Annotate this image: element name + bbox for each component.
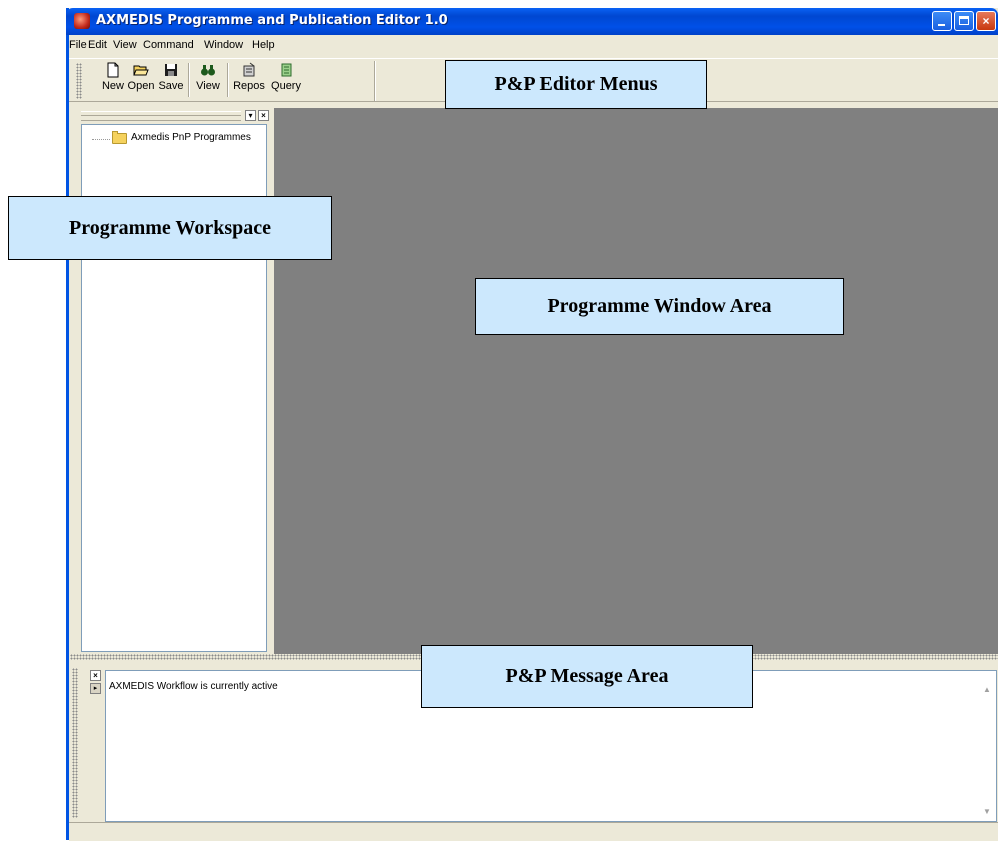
close-icon: × xyxy=(261,111,266,120)
programme-workspace-panel: ▾ × Axmedis PnP Programmes xyxy=(75,108,273,653)
menu-window[interactable]: Window xyxy=(204,39,243,51)
toolbar-grip[interactable] xyxy=(76,63,82,99)
callout-message-area-text: P&P Message Area xyxy=(505,665,669,687)
open-label: Open xyxy=(127,80,155,92)
menu-bar: File Edit View Command Window Help xyxy=(69,35,998,55)
callout-programme-window-area: Programme Window Area xyxy=(475,278,844,335)
binoculars-icon xyxy=(201,65,215,76)
callout-programme-workspace: Programme Workspace xyxy=(8,196,332,260)
window-title: AXMEDIS Programme and Publication Editor… xyxy=(96,13,448,28)
open-button[interactable]: Open xyxy=(126,62,156,100)
menu-command[interactable]: Command xyxy=(143,39,194,51)
view-button[interactable]: View xyxy=(192,62,224,100)
callout-editor-menus-text: P&P Editor Menus xyxy=(494,73,658,95)
tree-item-programmes[interactable]: Axmedis PnP Programmes xyxy=(131,132,251,143)
workspace-dock-button[interactable]: ▾ xyxy=(245,110,256,121)
app-logo-icon xyxy=(74,13,90,29)
query-button[interactable]: Query xyxy=(268,62,304,100)
repos-button[interactable]: Repos xyxy=(231,62,267,100)
scroll-up-icon[interactable]: ▲ xyxy=(980,683,994,697)
repository-icon xyxy=(243,62,255,77)
message-pin-button[interactable]: ▸ xyxy=(90,683,101,694)
programme-window-area[interactable] xyxy=(274,108,998,656)
menu-view[interactable]: View xyxy=(113,39,137,51)
menu-file[interactable]: File xyxy=(69,39,87,51)
dock-icon: ▾ xyxy=(248,111,253,120)
new-button[interactable]: New xyxy=(101,62,125,100)
minimize-button[interactable] xyxy=(932,11,952,31)
close-button[interactable]: × xyxy=(976,11,996,31)
save-disk-icon xyxy=(165,64,177,76)
workspace-panel-header[interactable]: ▾ × xyxy=(81,110,271,121)
pin-icon: ▸ xyxy=(93,685,98,692)
callout-message-area: P&P Message Area xyxy=(421,645,753,708)
message-close-button[interactable]: × xyxy=(90,670,101,681)
tree-connector xyxy=(92,139,110,140)
close-icon: × xyxy=(982,14,990,28)
scroll-down-icon[interactable]: ▼ xyxy=(980,805,994,819)
repos-label: Repos xyxy=(233,80,265,92)
workspace-grip-lines xyxy=(81,111,241,121)
query-label: Query xyxy=(271,80,301,92)
new-document-icon xyxy=(107,62,119,78)
view-label: View xyxy=(196,80,220,92)
callout-programme-workspace-text: Programme Workspace xyxy=(68,216,271,239)
new-label: New xyxy=(101,80,124,92)
menu-help[interactable]: Help xyxy=(252,39,275,51)
message-panel-grip[interactable] xyxy=(72,668,78,818)
maximize-icon xyxy=(959,16,969,25)
toolbar-separator xyxy=(227,63,229,97)
toolbar-end-separator xyxy=(374,61,376,101)
toolbar-separator xyxy=(188,63,190,97)
message-line: AXMEDIS Workflow is currently active xyxy=(109,681,278,692)
menu-edit[interactable]: Edit xyxy=(88,39,107,51)
query-icon xyxy=(281,63,292,77)
save-label: Save xyxy=(158,80,184,92)
minimize-icon xyxy=(938,24,945,26)
status-bar xyxy=(69,822,998,841)
folder-icon xyxy=(112,131,127,144)
workspace-close-button[interactable]: × xyxy=(258,110,269,121)
close-icon: × xyxy=(93,671,98,680)
save-button[interactable]: Save xyxy=(157,62,185,100)
callout-editor-menus: P&P Editor Menus xyxy=(445,60,707,109)
maximize-button[interactable] xyxy=(954,11,974,31)
open-folder-icon xyxy=(133,65,149,76)
title-bar[interactable]: AXMEDIS Programme and Publication Editor… xyxy=(66,8,998,35)
callout-programme-window-area-text: Programme Window Area xyxy=(547,295,772,317)
